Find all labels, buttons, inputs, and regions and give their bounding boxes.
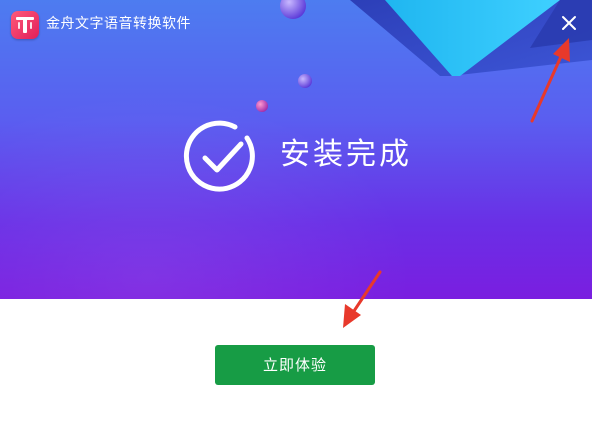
floating-ball-medium	[298, 74, 312, 88]
check-circle-icon	[183, 120, 255, 192]
floating-ball-large	[280, 0, 306, 19]
install-complete-text: 安装完成	[280, 137, 412, 172]
close-icon	[562, 16, 576, 30]
installer-window: 金舟文字语音转换软件 安装完成 立即体验	[0, 0, 592, 442]
app-title: 金舟文字语音转换软件	[46, 16, 191, 32]
close-button[interactable]	[556, 10, 582, 36]
floating-ball-small	[256, 100, 268, 112]
completion-banner: 金舟文字语音转换软件 安装完成	[0, 0, 592, 299]
app-logo-icon	[11, 11, 39, 39]
try-now-button[interactable]: 立即体验	[215, 345, 375, 385]
